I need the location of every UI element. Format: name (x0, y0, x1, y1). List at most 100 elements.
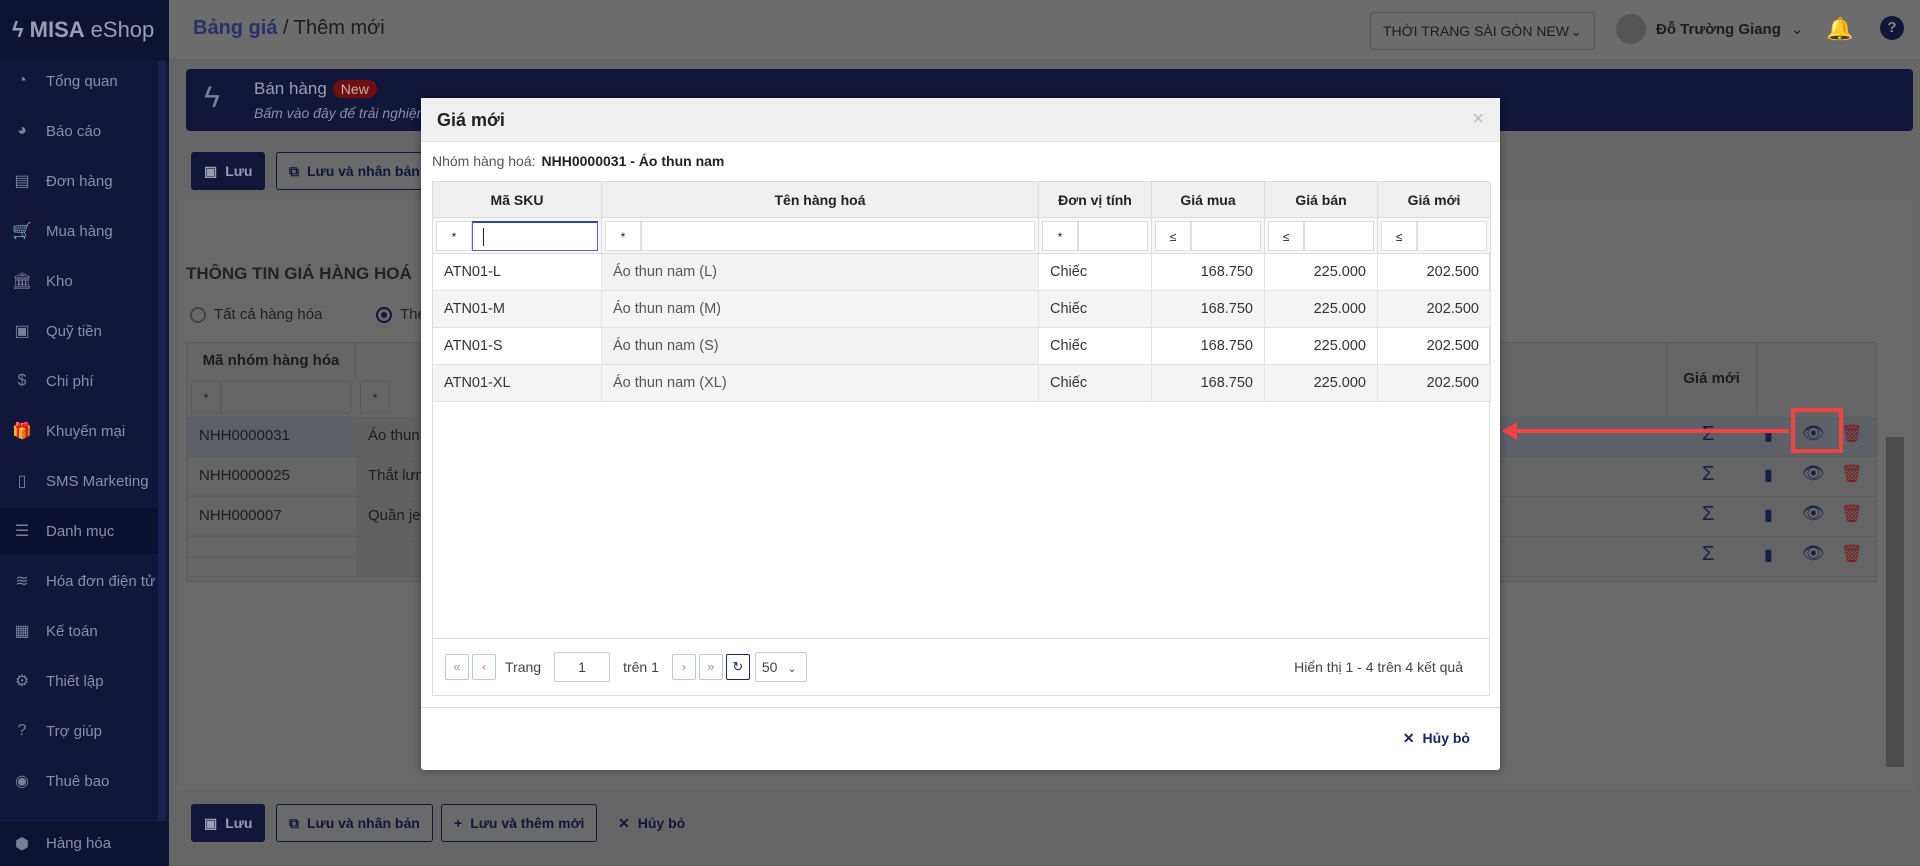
table-cell: Chiếc (1039, 365, 1152, 402)
filter-input[interactable] (641, 221, 1035, 251)
table-cell: 168.750 (1152, 291, 1265, 328)
store-select[interactable]: THỜI TRANG SÀI GÒN NEW ⌄ (1370, 12, 1595, 50)
sidebar-item-5[interactable]: ▣ Quỹ tiền (0, 308, 158, 354)
table-cell: ATN01-S (433, 328, 602, 365)
column-header[interactable]: Giá bán (1265, 182, 1378, 218)
column-filter: * (433, 218, 602, 254)
code-filter-input[interactable] (221, 381, 351, 413)
column-header[interactable]: Mã SKU (433, 182, 602, 218)
filter-input[interactable] (1078, 221, 1148, 251)
table-cell: ATN01-XL (433, 365, 602, 402)
save-copy-button-bottom[interactable]: ⧉ Lưu và nhân bản (276, 804, 433, 842)
column-header[interactable]: Giá mới (1378, 182, 1491, 218)
help-icon[interactable]: ? (1880, 16, 1904, 40)
trash-icon[interactable]: 🗑 (1841, 544, 1863, 564)
filter-input[interactable] (1304, 221, 1374, 251)
file-download-icon[interactable]: ▮ (1764, 425, 1773, 445)
trash-icon[interactable]: 🗑 (1841, 504, 1863, 524)
column-header[interactable]: Giá mua (1152, 182, 1265, 218)
save-button-bottom[interactable]: ▣ Lưu (191, 804, 266, 842)
next-page-button[interactable]: › (671, 654, 696, 680)
eye-icon[interactable]: 👁 (1802, 503, 1825, 524)
sidebar-item-0[interactable]: ◔ Tổng quan (0, 58, 158, 104)
sidebar-scrollbar[interactable] (158, 60, 166, 830)
sidebar-item-12[interactable]: ⚙ Thiết lập (0, 658, 158, 704)
sidebar-item-7[interactable]: 🎁 Khuyến mại (0, 408, 158, 454)
filter-input[interactable] (1417, 221, 1487, 251)
safe-icon: ▣ (14, 323, 30, 340)
sidebar-item-hang-hoa[interactable]: ⬢ Hàng hóa (0, 820, 169, 866)
chevron-down-icon: ⌄ (1570, 23, 1582, 39)
column-1: Tên hàng hoá * Áo thun nam (L) Áo thun nam… (602, 182, 1039, 402)
table-cell: 168.750 (1152, 328, 1265, 365)
page-size-select[interactable]: 50 ⌄ (754, 652, 807, 682)
refresh-icon[interactable]: ↻ (725, 654, 750, 680)
save-button[interactable]: ▣ Lưu (191, 152, 266, 190)
sidebar-item-14[interactable]: ◉ Thuê bao (0, 758, 158, 804)
user-menu[interactable]: Đỗ Trường Giang ⌄ (1616, 14, 1803, 44)
pagination: « ‹ Trang 1 trên 1 › » ↻ 50 ⌄ Hiển thị 1… (433, 638, 1489, 695)
file-download-icon[interactable]: ▮ (1764, 505, 1773, 525)
sigma-icon[interactable]: Σ (1702, 503, 1714, 526)
bell-icon[interactable]: 🔔 (1826, 16, 1853, 42)
page-number-input[interactable]: 1 (554, 652, 611, 682)
save-copy-button[interactable]: ⧉ Lưu và nhân bản (276, 152, 433, 190)
column-2: Đơn vị tính * Chiếc Chiếc Chiếc Chiếc (1039, 182, 1152, 402)
column-header[interactable]: Tên hàng hoá (602, 182, 1039, 218)
eye-icon[interactable]: 👁 (1802, 543, 1825, 564)
column-filter: ≤ (1378, 218, 1491, 254)
first-page-button[interactable]: « (445, 654, 469, 680)
cancel-button[interactable]: ✕ Hủy bỏ (1403, 730, 1470, 747)
filter-operator[interactable]: * (436, 221, 472, 251)
page-scrollbar[interactable] (1886, 437, 1904, 767)
sidebar-item-13[interactable]: ? Trợ giúp (0, 708, 158, 754)
filter-operator[interactable]: * (605, 221, 641, 251)
copy-icon: ⧉ (289, 162, 299, 179)
filter-operator[interactable]: ≤ (1155, 221, 1191, 251)
filter-operator[interactable]: ≤ (1381, 221, 1417, 251)
save-new-button[interactable]: + Lưu và thêm mới (441, 804, 598, 842)
annotation-arrow (1515, 429, 1789, 433)
column-header[interactable]: Đơn vị tính (1039, 182, 1152, 218)
filter-input[interactable] (472, 221, 598, 251)
cancel-button-bottom[interactable]: ✕ Hủy bỏ (606, 804, 697, 842)
sigma-icon[interactable]: Σ (1702, 423, 1714, 446)
filter-operator[interactable]: * (1042, 221, 1078, 251)
table-cell: 202.500 (1378, 254, 1491, 291)
eye-icon[interactable]: 👁 (1802, 463, 1825, 484)
top-header: Bảng giá / Thêm mới THỜI TRANG SÀI GÒN N… (169, 0, 1920, 60)
order-icon: ▤ (14, 173, 30, 190)
sidebar-item-6[interactable]: $ Chi phí (0, 358, 158, 404)
close-icon[interactable]: × (1472, 108, 1484, 131)
chevron-down-icon: ⌄ (1790, 21, 1804, 38)
file-download-icon[interactable]: ▮ (1764, 465, 1773, 485)
sidebar-item-3[interactable]: 🛒 Mua hàng (0, 208, 158, 254)
table-cell: Áo thun nam (S) (602, 328, 1039, 365)
table-cell: Chiếc (1039, 291, 1152, 328)
filter-input[interactable] (1191, 221, 1261, 251)
sigma-icon[interactable]: Σ (1702, 463, 1714, 486)
sidebar-item-8[interactable]: ▯ SMS Marketing (0, 458, 158, 504)
logo[interactable]: ϟ MISA eShop (0, 0, 169, 60)
table-cell: 225.000 (1265, 328, 1378, 365)
breadcrumb-link[interactable]: Bảng giá (193, 17, 277, 39)
last-page-button[interactable]: » (698, 654, 723, 680)
trash-icon[interactable]: 🗑 (1841, 424, 1863, 444)
sidebar-item-2[interactable]: ▤ Đơn hàng (0, 158, 158, 204)
file-download-icon[interactable]: ▮ (1764, 545, 1773, 565)
sidebar-item-10[interactable]: ≋ Hóa đơn điện tử (0, 558, 158, 604)
radio-by-group[interactable]: The (376, 306, 426, 323)
radio-all-products[interactable]: Tất cả hàng hóa (190, 306, 322, 323)
sigma-icon[interactable]: Σ (1702, 543, 1714, 566)
filter-operator[interactable]: ≤ (1268, 221, 1304, 251)
sidebar-item-4[interactable]: 🏛 Kho (0, 258, 158, 304)
sidebar-item-1[interactable]: ◕ Báo cáo (0, 108, 158, 154)
sidebar-item-11[interactable]: ▦ Kế toán (0, 608, 158, 654)
user-circle-icon: ◉ (15, 773, 29, 790)
trash-icon[interactable]: 🗑 (1841, 464, 1863, 484)
table-cell: 225.000 (1265, 365, 1378, 402)
column-filter: ≤ (1265, 218, 1378, 254)
sidebar-item-9[interactable]: ☰ Danh mục (0, 508, 158, 554)
prev-page-button[interactable]: ‹ (472, 654, 496, 680)
close-icon: ✕ (618, 814, 630, 831)
